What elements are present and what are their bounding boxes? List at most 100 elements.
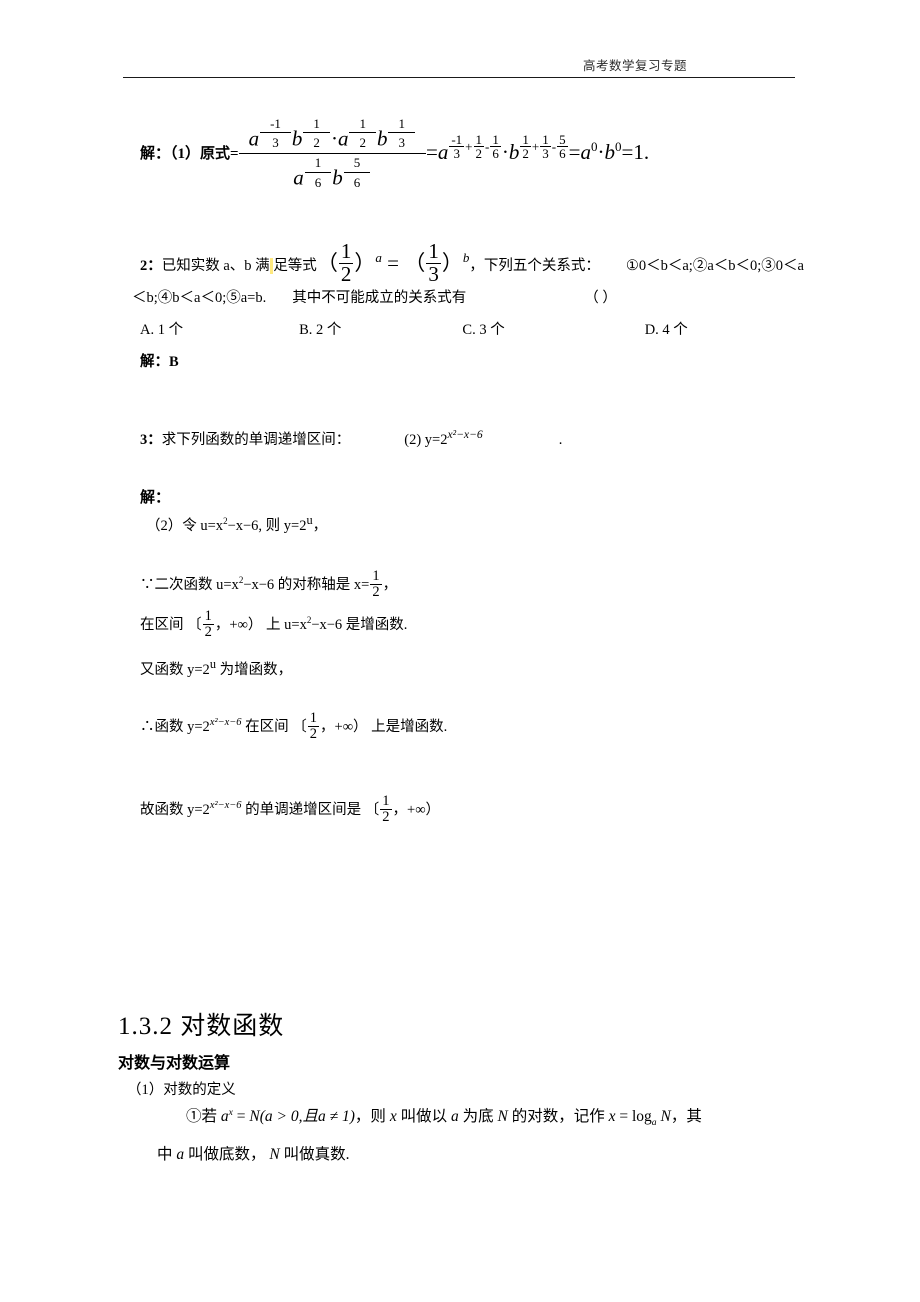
problem3-exponent: x²−x−6 bbox=[447, 428, 483, 442]
problem3-stem: 3：求下列函数的单调递增区间： (2) y=2x²−x−6. bbox=[140, 428, 562, 452]
step5-frac-den: 2 bbox=[307, 725, 320, 742]
den-a-exp-den: 6 bbox=[304, 171, 332, 190]
step2-end: ， bbox=[382, 576, 398, 593]
problem2-stem-line2: ＜b;④b＜a＜0;⑤a=b. 其中不可能成立的关系式有 （ ） bbox=[132, 288, 617, 310]
num-b1-base: b bbox=[291, 126, 303, 151]
definition-line-1: ①若 ax = N(a > 0,且a ≠ 1)，则 x 叫做以 a 为底 N 的… bbox=[186, 1105, 702, 1128]
problem2-relations-line2: ＜b;④b＜a＜0;⑤a=b. bbox=[132, 290, 267, 306]
problem3-stem-text: 求下列函数的单调递增区间： bbox=[161, 432, 351, 448]
p2-fl-den: 2 bbox=[338, 261, 354, 286]
rhs2-t0-den: 2 bbox=[520, 146, 531, 162]
problem2-frac-left: 12 bbox=[338, 238, 354, 286]
rhs2-t2-num: 5 bbox=[559, 131, 566, 147]
def-cond: (a > 0,且a ≠ 1) bbox=[259, 1108, 355, 1125]
problem1-rhs1-base: a bbox=[437, 140, 449, 165]
problem3-step-5: ∴函数 y=2x²−x−6 在区间 〔 1 2 ，+∞） 上是增函数. bbox=[140, 709, 448, 743]
num-b2-base: b bbox=[376, 126, 388, 151]
problem2-stem-b: 足等式 bbox=[273, 258, 317, 275]
section-subtitle: 对数与对数运算 bbox=[118, 1055, 231, 1072]
def-eq2: = log bbox=[615, 1108, 652, 1125]
page-header: 高考数学复习专题 bbox=[123, 58, 795, 78]
rhs2-t1-sign: + bbox=[531, 139, 540, 155]
problem3-step-6: 故函数 y=2x²−x−6 的单调递增区间是 〔 1 2 ，+∞） bbox=[140, 792, 441, 826]
problem1-equals-1: = bbox=[425, 140, 438, 165]
header-divider bbox=[123, 77, 795, 78]
problem1-numerator: a -1 3 b 1 2 ·a 1 2 b 1 3 bbox=[239, 115, 426, 153]
step3-pre: 在区间 〔 bbox=[140, 616, 202, 633]
num-dot: · bbox=[330, 126, 338, 151]
step4-pre: 又函数 y=2 bbox=[140, 662, 210, 678]
problem1-dot2: · bbox=[501, 140, 509, 165]
num-b2-exp-den: 3 bbox=[388, 132, 415, 150]
rhs2-t1-num: 1 bbox=[542, 131, 549, 147]
problem2-frac-right: 13 bbox=[426, 240, 441, 286]
def-N: N bbox=[249, 1108, 260, 1125]
problem1-equals-3: = bbox=[621, 140, 634, 165]
problem3-step-4: 又函数 y=2u 为增函数， bbox=[140, 658, 293, 682]
step5-sup: x²−x−6 bbox=[209, 717, 242, 729]
problem3-step-3: 在区间 〔 1 2 ，+∞） 上 u=x2 −x−6 是增函数. bbox=[140, 608, 407, 641]
step6-frac-den: 2 bbox=[380, 808, 392, 825]
section-item-1: （1）对数的定义 bbox=[127, 1082, 236, 1098]
problem1-rhs2-base: b bbox=[508, 140, 520, 165]
problem2-options: A. 1 个 B. 2 个 C. 3 个 D. 4 个 bbox=[140, 320, 688, 342]
rhs1-t2-num: 1 bbox=[492, 131, 499, 147]
step5-end: ，+∞） 上是增函数. bbox=[320, 718, 448, 735]
def-mid3: 为底 bbox=[458, 1108, 498, 1125]
def-pre: ①若 bbox=[186, 1108, 221, 1125]
step6-end: ，+∞） bbox=[392, 801, 441, 818]
step6-frac-num: 1 bbox=[382, 792, 390, 809]
problem2-option-d: D. 4 个 bbox=[644, 322, 688, 338]
problem3-step-2: ∵二次函数 u=x 2−x−6 的对称轴是 x= 1 2， bbox=[140, 568, 398, 601]
den-a-base: a bbox=[293, 165, 304, 190]
problem2-answer-blank: （ ） bbox=[584, 290, 617, 306]
def2-mid: 叫做底数， bbox=[184, 1146, 270, 1163]
rhs1-t1-num: 1 bbox=[475, 131, 483, 147]
problem3-solution-label: 解： bbox=[140, 490, 171, 506]
problem2-option-a: A. 1 个 bbox=[140, 322, 184, 338]
problem1-result: 1. bbox=[633, 140, 650, 165]
def-mid2: 叫做以 bbox=[396, 1108, 451, 1125]
def2-N: N bbox=[269, 1146, 280, 1163]
step2-frac-den: 2 bbox=[370, 583, 382, 600]
num-a1-base: a bbox=[248, 126, 260, 151]
den-a-exp-num: 1 bbox=[314, 154, 322, 170]
def2-a: a bbox=[176, 1146, 185, 1163]
num-b1-exp-den: 2 bbox=[303, 132, 330, 150]
step1-mid: −x−6, 则 y=2 bbox=[227, 518, 307, 534]
num-a1-exp-num: 1 bbox=[274, 115, 281, 131]
problem2-option-c: C. 3 个 bbox=[462, 322, 505, 338]
rhs2-t1-den: 3 bbox=[540, 146, 551, 162]
num-a2-exp-den: 2 bbox=[349, 132, 376, 150]
problem3-number: 3： bbox=[140, 432, 162, 448]
header-title: 高考数学复习专题 bbox=[582, 59, 687, 73]
def-eq: = bbox=[232, 1108, 250, 1125]
step1-pre: （2）令 u=x bbox=[146, 518, 224, 534]
rhs1-t1-den: 2 bbox=[473, 146, 485, 162]
def-N3: N bbox=[656, 1108, 671, 1125]
step5-frac-num: 1 bbox=[309, 709, 318, 726]
step5-mid: 在区间 〔 bbox=[241, 718, 307, 735]
problem2-stem-a: 已知实数 a、b 满 bbox=[161, 258, 270, 275]
step3-mid: ，+∞） 上 u=x bbox=[214, 616, 307, 633]
def-x: x bbox=[389, 1108, 397, 1125]
step4-end: 为增函数， bbox=[215, 662, 293, 678]
step5-pre: ∴函数 y=2 bbox=[140, 718, 210, 735]
p2-fl-num: 1 bbox=[340, 238, 352, 263]
problem1-lead: 解：（1）原式= bbox=[140, 146, 239, 163]
def-mid1: ，则 bbox=[354, 1108, 390, 1125]
problem1-denominator: a16b56 bbox=[238, 153, 426, 190]
step6-pre: 故函数 y=2 bbox=[140, 801, 210, 818]
problem2-number: 2： bbox=[140, 258, 162, 275]
step6-sup: x²−x−6 bbox=[209, 800, 242, 812]
rhs2-t2-den: 6 bbox=[557, 146, 568, 162]
rhs2-t2-sign: - bbox=[551, 139, 557, 155]
den-b-base: b bbox=[332, 165, 343, 190]
problem2-relations-line1: ①0＜b＜a;②a＜b＜0;③0＜a bbox=[625, 258, 804, 275]
section-title: 1.3.2 对数函数 bbox=[118, 1013, 285, 1040]
step5-fraction: 12 bbox=[307, 709, 320, 742]
def-tail: ，其 bbox=[670, 1108, 702, 1125]
step6-fraction: 12 bbox=[380, 792, 392, 825]
step2-fraction: 12 bbox=[370, 568, 382, 600]
num-a2-exp-num: 1 bbox=[359, 115, 366, 131]
